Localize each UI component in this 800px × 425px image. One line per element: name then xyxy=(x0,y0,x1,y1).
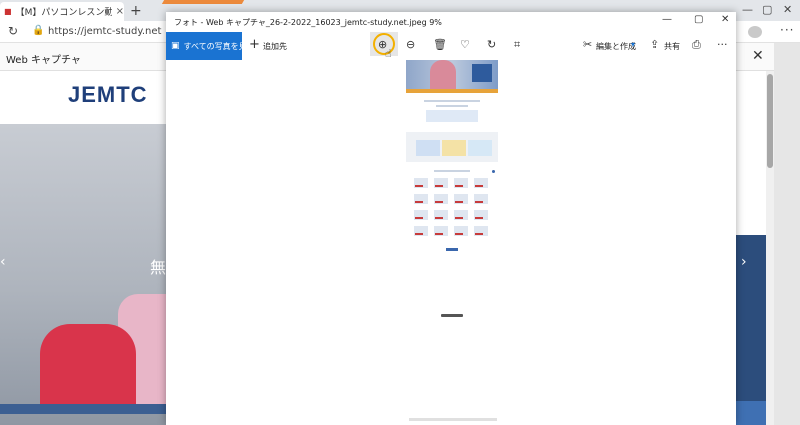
browser-menu-button[interactable]: ··· xyxy=(780,23,794,37)
thumb-grid-item xyxy=(434,210,448,220)
thumb-text-line xyxy=(424,100,480,102)
new-tab-button[interactable]: + xyxy=(130,3,142,19)
thumb-grid-item xyxy=(414,194,428,204)
desktop-edge xyxy=(774,43,800,425)
lock-icon[interactable]: 🔒 xyxy=(32,25,44,36)
browser-tab[interactable]: ■ 【M】パソコンレスン動画ー もっ × xyxy=(0,2,124,21)
add-icon[interactable]: + xyxy=(249,37,260,52)
tab-close-icon[interactable]: × xyxy=(116,6,124,17)
thumb-grid-item xyxy=(454,194,468,204)
thumb-grid-item xyxy=(414,210,428,220)
hero-image: 無 ‹ xyxy=(0,124,166,425)
chevron-down-icon[interactable]: ▾ xyxy=(631,40,635,49)
profile-avatar[interactable] xyxy=(748,26,762,38)
thumb-grid-item xyxy=(434,178,448,188)
url-field[interactable]: https://jemtc-study.net xyxy=(48,26,161,37)
thumb-card xyxy=(416,140,440,156)
rotate-icon[interactable]: ↻ xyxy=(487,38,496,51)
photos-title: フォト - Web キャプチャ_26-2-2022_16023_jemtc-st… xyxy=(174,18,442,27)
thumb-person xyxy=(430,60,456,90)
carousel-next-icon[interactable]: › xyxy=(741,254,747,270)
image-bottom-edge xyxy=(409,418,497,421)
thumb-grid-item xyxy=(434,194,448,204)
crop-icon[interactable]: ⌗ xyxy=(514,38,520,52)
more-options-button[interactable]: ··· xyxy=(717,38,728,51)
heart-icon[interactable]: ♡ xyxy=(460,38,470,51)
thumb-text-line xyxy=(436,105,468,107)
thumb-strip xyxy=(406,89,498,93)
thumb-grid-item xyxy=(474,210,488,220)
trash-icon[interactable]: 🗑 xyxy=(433,38,447,51)
captured-image[interactable] xyxy=(406,60,498,251)
thumb-grid-item xyxy=(434,226,448,236)
hero-text: 無 xyxy=(150,258,166,277)
thumb-grid-item xyxy=(454,210,468,220)
page-scrollbar-thumb[interactable] xyxy=(767,74,773,168)
add-to-button[interactable]: 追加先 xyxy=(263,41,287,52)
printer-icon[interactable]: ⎙ xyxy=(692,38,701,52)
all-photos-label: すべての写真を見る xyxy=(183,41,255,51)
share-icon[interactable]: ⇪ xyxy=(650,38,659,51)
thumb-text-line xyxy=(434,170,470,172)
tab-title: 【M】パソコンレスン動画ー もっ xyxy=(15,8,112,18)
photos-minimize-button[interactable]: — xyxy=(662,14,672,25)
favicon-icon: ■ xyxy=(4,7,12,16)
thumb-screen xyxy=(472,64,492,82)
share-button[interactable]: 共有 xyxy=(664,41,680,52)
page-right-strip xyxy=(736,71,766,425)
site-logo[interactable]: JEMTC xyxy=(68,82,148,108)
browser-close-button[interactable]: ✕ xyxy=(783,3,792,16)
image-icon: ▣ xyxy=(171,41,180,51)
all-photos-button[interactable]: ▣ すべての写真を見る xyxy=(166,32,255,60)
thumb-grid-item xyxy=(454,178,468,188)
thumb-grid-item xyxy=(474,194,488,204)
edit-icon[interactable]: ✂ xyxy=(583,38,592,51)
browser-minimize-button[interactable]: — xyxy=(742,3,753,16)
thumb-button xyxy=(446,248,458,251)
web-capture-label: Web キャプチャ xyxy=(6,55,81,66)
edit-create-button[interactable]: 編集と作成 xyxy=(596,41,636,52)
photos-close-button[interactable]: ✕ xyxy=(721,14,729,25)
carousel-prev-icon[interactable]: ‹ xyxy=(0,254,6,270)
photos-toolbar: ▣ すべての写真を見る + 追加先 ⊕ ☝ ⊖ 🗑 ♡ ↻ ⌗ ✂ 編集と作成 … xyxy=(166,32,736,60)
thumb-dot xyxy=(492,170,495,173)
thumb-grid-item xyxy=(414,178,428,188)
reload-icon[interactable]: ↻ xyxy=(8,24,18,38)
thumb-grid-item xyxy=(474,226,488,236)
photos-window: フォト - Web キャプチャ_26-2-2022_16023_jemtc-st… xyxy=(166,12,736,425)
web-capture-close-button[interactable]: ✕ xyxy=(752,48,764,64)
thumb-grid-item xyxy=(414,226,428,236)
orange-tab-accent xyxy=(161,0,245,4)
thumb-block xyxy=(426,110,478,122)
hero-band xyxy=(0,404,166,414)
film-strip-handle[interactable] xyxy=(441,314,463,317)
page-right-band xyxy=(736,401,766,425)
thumb-card xyxy=(442,140,466,156)
thumb-card xyxy=(468,140,492,156)
mouse-pointer-icon: ☝ xyxy=(385,47,392,60)
thumb-grid-item xyxy=(454,226,468,236)
zoom-out-icon[interactable]: ⊖ xyxy=(406,38,415,51)
hero-chair-shape xyxy=(40,324,136,414)
photos-maximize-button[interactable]: ▢ xyxy=(694,14,703,25)
browser-maximize-button[interactable]: ▢ xyxy=(762,3,772,16)
thumb-grid-item xyxy=(474,178,488,188)
